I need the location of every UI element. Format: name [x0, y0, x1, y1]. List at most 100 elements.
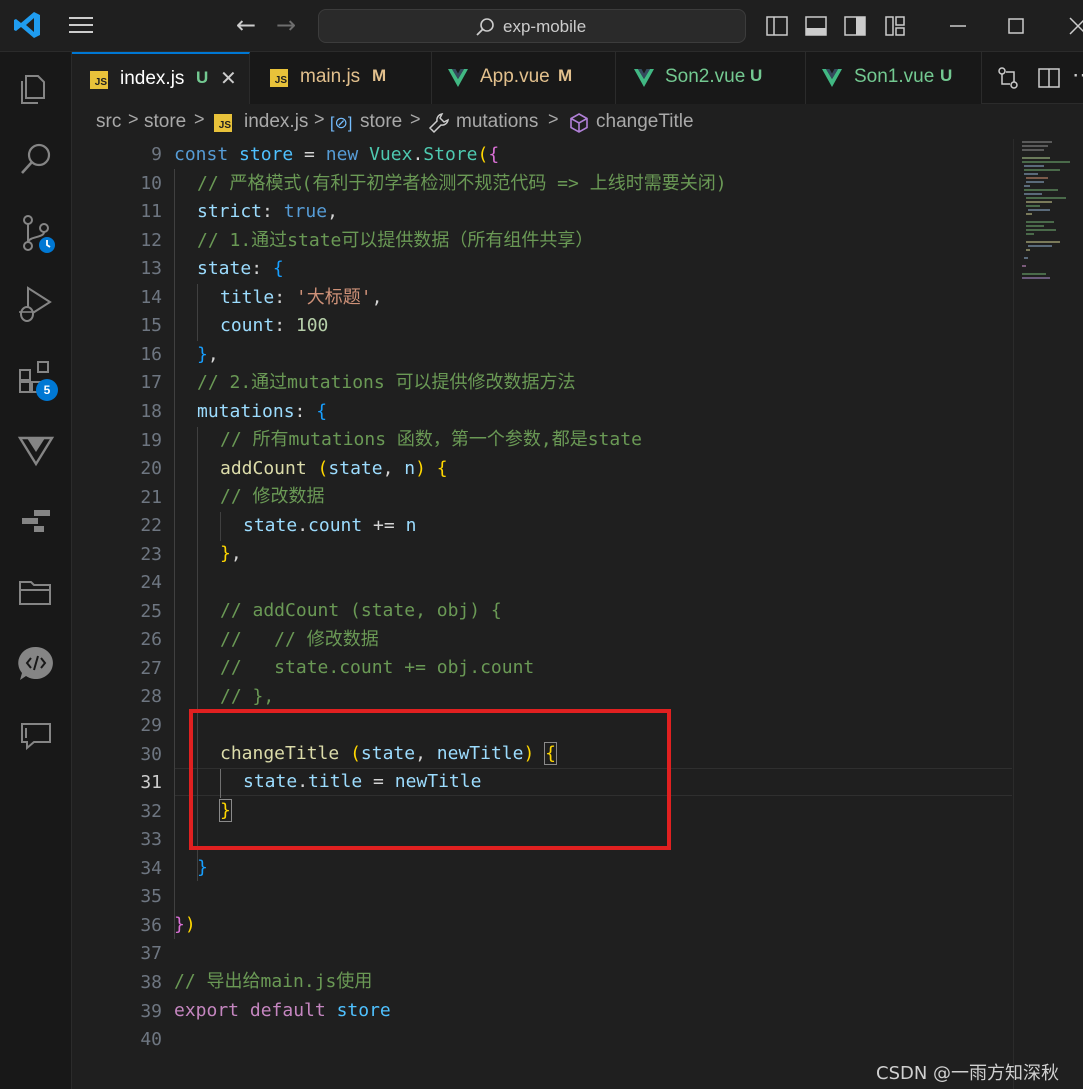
indent-guide: [220, 512, 221, 541]
line-number: 30: [140, 743, 162, 765]
toggle-panel-icon[interactable]: [805, 15, 827, 37]
line-number: 20: [140, 458, 162, 480]
tab-label: index.js: [120, 68, 185, 89]
minimize-window-icon[interactable]: [938, 10, 978, 42]
toggle-primary-sidebar-icon[interactable]: [766, 15, 788, 37]
remote-explorer-icon[interactable]: [16, 500, 56, 540]
code-snippet-chat-icon[interactable]: [16, 644, 56, 684]
breadcrumb: src > store > JS index.js > [⊘] store > …: [72, 105, 1083, 139]
vue-file-icon: [448, 69, 468, 87]
line-number: 25: [140, 600, 162, 622]
tab-son2-vue[interactable]: Son2.vue U: [616, 52, 806, 104]
breadcrumb-item-index-js[interactable]: index.js: [244, 111, 308, 133]
js-file-icon: JS: [90, 71, 108, 89]
line-number: 34: [140, 857, 162, 879]
tab-main-js[interactable]: JS main.js M: [250, 52, 432, 104]
breadcrumb-item-changetitle[interactable]: changeTitle: [596, 111, 694, 133]
tab-app-vue[interactable]: App.vue M: [432, 52, 616, 104]
code-line-17: // 2.通过mutations 可以提供修改数据方法: [197, 372, 576, 393]
extensions-badge: 5: [36, 379, 58, 401]
code-line-36: }): [174, 914, 196, 935]
tab-son1-vue[interactable]: Son1.vue U: [806, 52, 982, 104]
source-control-icon[interactable]: [16, 214, 56, 254]
breadcrumb-item-src[interactable]: src: [96, 111, 121, 133]
red-annotation-box: [189, 709, 671, 850]
code-line-12: // 1.通过state可以提供数据（所有组件共享）: [197, 230, 594, 251]
open-changes-icon[interactable]: [996, 66, 1020, 90]
line-number: 39: [140, 1000, 162, 1022]
explorer-icon[interactable]: [16, 68, 56, 108]
breadcrumb-item-store-folder[interactable]: store: [144, 111, 186, 133]
close-icon[interactable]: ✕: [220, 66, 237, 90]
tab-status-badge: M: [372, 66, 387, 85]
menu-hamburger-icon[interactable]: [66, 12, 96, 40]
command-center-search[interactable]: exp-mobile: [318, 9, 746, 43]
toggle-secondary-sidebar-icon[interactable]: [844, 15, 866, 37]
comments-icon[interactable]: [16, 716, 56, 756]
wrench-property-icon: [428, 113, 449, 134]
close-window-icon[interactable]: [1056, 10, 1083, 42]
more-actions-icon[interactable]: ⋯: [1072, 62, 1083, 88]
line-number: 26: [140, 629, 162, 651]
variable-symbol-icon: [⊘]: [330, 115, 353, 132]
tab-index-js[interactable]: JS index.js U ✕: [72, 52, 250, 104]
code-line-27: // state.count += obj.count: [220, 657, 535, 678]
csdn-watermark: CSDN @一雨方知深秋: [876, 1063, 1060, 1084]
code-editor[interactable]: 9 10 11 12 13 14 15 16 17 18 19 20 21 22 23 24 25 26 27 28 2…: [72, 139, 1083, 1089]
line-number: 40: [140, 1029, 162, 1051]
maximize-window-icon[interactable]: [996, 10, 1036, 42]
code-line-23: },: [220, 543, 242, 564]
tab-label: App.vue: [480, 66, 550, 87]
split-editor-icon[interactable]: [1037, 66, 1061, 90]
line-number: 14: [140, 286, 162, 308]
line-number: 37: [140, 943, 162, 965]
code-line-25: // addCount (state, obj) {: [220, 600, 502, 621]
forward-arrow-icon[interactable]: →: [276, 10, 296, 40]
line-number: 32: [140, 800, 162, 822]
breadcrumb-separator: >: [194, 109, 205, 129]
line-number: 28: [140, 686, 162, 708]
line-number: 9: [151, 144, 162, 165]
run-and-debug-icon[interactable]: [16, 284, 56, 324]
minimap[interactable]: [1013, 139, 1083, 1089]
code-line-10: // 严格模式(有利于初学者检测不规范代码 => 上线时需要关闭): [197, 173, 727, 194]
editor-tabs: JS index.js U ✕ JS main.js M App.vue M S…: [72, 52, 1083, 104]
line-number: 33: [140, 829, 162, 851]
vue-devtools-icon[interactable]: [16, 430, 56, 470]
customize-layout-icon[interactable]: [884, 15, 906, 37]
tab-label: main.js: [300, 66, 361, 87]
code-line-20: addCount (state, n) {: [220, 458, 448, 479]
code-line-21: // 修改数据: [220, 486, 325, 507]
breadcrumb-item-store-symbol[interactable]: store: [360, 111, 402, 133]
tab-status-badge: U: [940, 66, 953, 85]
tab-status-badge: U: [196, 68, 209, 87]
tab-label: Son2.vue: [665, 66, 746, 87]
breadcrumb-item-mutations[interactable]: mutations: [456, 111, 538, 133]
line-number: 35: [140, 886, 162, 908]
activity-bar: 5: [0, 52, 72, 1089]
breadcrumb-separator: >: [548, 109, 559, 129]
line-number: 29: [140, 715, 162, 736]
vscode-logo-icon: [14, 12, 40, 38]
code-line-18: mutations: {: [197, 401, 328, 422]
line-number: 10: [140, 172, 162, 194]
code-line-13: state: {: [197, 258, 284, 279]
code-line-28: // },: [220, 686, 275, 707]
search-label: exp-mobile: [503, 17, 587, 36]
code-line-16: },: [197, 344, 219, 365]
line-number: 23: [140, 543, 162, 565]
tab-status-badge: M: [558, 66, 573, 85]
line-number: 24: [140, 572, 162, 594]
search-icon[interactable]: [16, 140, 56, 180]
tab-status-badge: U: [750, 66, 763, 85]
code-line-9: const store = new Vuex.Store({: [174, 144, 500, 165]
indent-guide: [197, 284, 198, 341]
line-number: 27: [140, 657, 162, 679]
line-number: 15: [140, 315, 162, 337]
line-number: 38: [140, 971, 162, 993]
code-line-38: // 导出给main.js使用: [174, 971, 373, 992]
back-arrow-icon[interactable]: ←: [236, 10, 256, 40]
code-line-19: // 所有mutations 函数，第一个参数,都是state: [220, 429, 642, 450]
js-file-icon: JS: [270, 69, 288, 87]
project-manager-icon[interactable]: [16, 572, 56, 612]
